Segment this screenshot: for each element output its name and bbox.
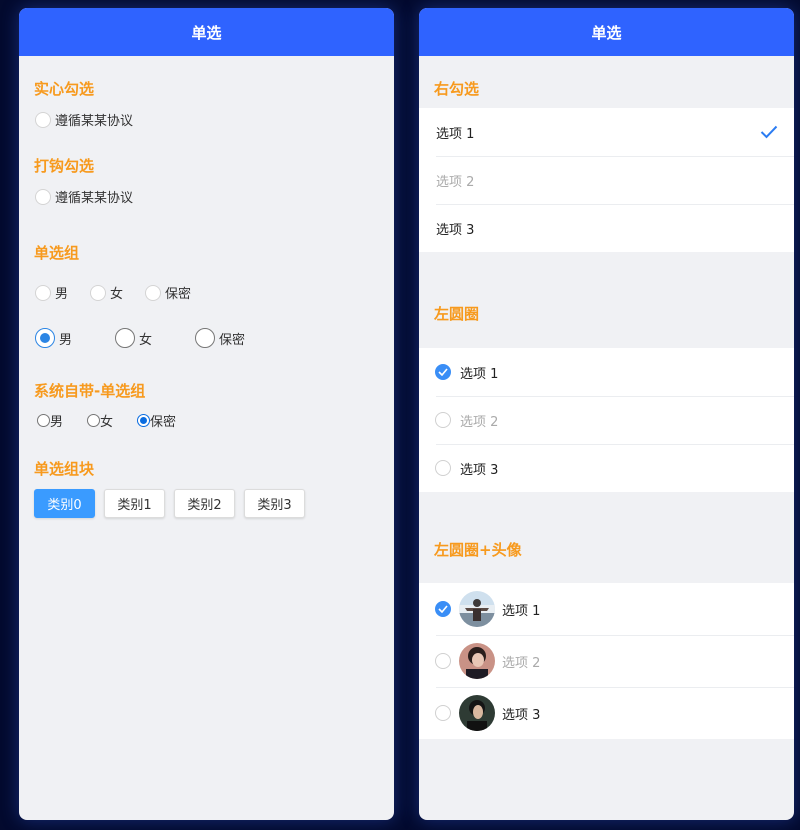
section-title-solid-check: 实心勾选 bbox=[34, 80, 95, 98]
list-item[interactable]: 选项 3 bbox=[419, 687, 794, 739]
agreement-radio-tick[interactable]: 遵循某某协议 bbox=[35, 187, 133, 206]
list-item[interactable]: 选项 3 bbox=[419, 204, 794, 252]
navbar: 单选 bbox=[19, 8, 394, 56]
block-option[interactable]: 类别1 bbox=[104, 489, 165, 518]
block-option[interactable]: 类别3 bbox=[244, 489, 305, 518]
radio-circle[interactable] bbox=[35, 111, 51, 128]
left-circle-avatar-list: 选项 1 选项 2 选项 3 bbox=[419, 583, 794, 739]
list-item-disabled: 选项 2 bbox=[419, 396, 794, 444]
list-item[interactable]: 选项 3 bbox=[419, 444, 794, 492]
radio-circle bbox=[435, 412, 451, 428]
list-item-selected[interactable]: 选项 1 bbox=[419, 348, 794, 396]
list-item-selected[interactable]: 选项 1 bbox=[419, 583, 794, 635]
radio-circle[interactable] bbox=[115, 328, 135, 348]
navbar-title: 单选 bbox=[591, 23, 622, 42]
large-radio-option[interactable]: 男 bbox=[35, 328, 72, 348]
avatar bbox=[459, 643, 495, 679]
system-radio-option[interactable]: 保密 bbox=[137, 411, 176, 430]
option-label: 选项 2 bbox=[502, 655, 541, 671]
small-radio-option[interactable]: 男 bbox=[35, 283, 68, 302]
small-radio-option[interactable]: 保密 bbox=[145, 283, 191, 302]
option-label: 保密 bbox=[219, 332, 246, 348]
section-title-right-check: 右勾选 bbox=[434, 80, 480, 98]
radio-circle[interactable] bbox=[37, 414, 50, 427]
option-label: 选项 1 bbox=[436, 126, 475, 142]
option-label: 女 bbox=[139, 332, 153, 348]
radio-circle[interactable] bbox=[35, 188, 51, 205]
right-check-list: 选项 1 选项 2 选项 3 bbox=[419, 108, 794, 252]
radio-circle[interactable] bbox=[435, 460, 451, 476]
small-radio-option[interactable]: 女 bbox=[90, 283, 123, 302]
left-phone-panel: 单选 实心勾选 遵循某某协议 打钩勾选 遵循某某协议 单选组 男 女 保密 男 … bbox=[19, 8, 394, 820]
avatar bbox=[459, 695, 495, 731]
list-item-disabled: 选项 2 bbox=[419, 156, 794, 204]
option-label: 男 bbox=[55, 287, 69, 302]
option-label: 选项 1 bbox=[502, 603, 541, 619]
radio-circle-selected[interactable] bbox=[137, 414, 150, 427]
option-label: 保密 bbox=[150, 415, 177, 430]
radio-circle[interactable] bbox=[195, 328, 215, 348]
check-circle-icon[interactable] bbox=[435, 364, 451, 380]
section-title-block-group: 单选组块 bbox=[34, 460, 95, 478]
navbar: 单选 bbox=[419, 8, 794, 56]
option-label: 保密 bbox=[165, 287, 192, 302]
radio-circle-selected[interactable] bbox=[35, 328, 55, 348]
option-label: 选项 1 bbox=[460, 366, 499, 382]
section-title-system-group: 系统自带-单选组 bbox=[34, 382, 146, 400]
block-option-selected[interactable]: 类别0 bbox=[34, 489, 95, 518]
right-phone-panel: 单选 右勾选 选项 1 选项 2 选项 3 左圆圈 选项 1 选项 2 选项 3… bbox=[419, 8, 794, 820]
section-title-left-circle-avatar: 左圆圈+头像 bbox=[434, 541, 522, 559]
option-label: 选项 2 bbox=[460, 414, 499, 430]
large-radio-option[interactable]: 女 bbox=[115, 328, 152, 348]
agreement-label: 遵循某某协议 bbox=[55, 114, 134, 129]
system-radio-option[interactable]: 女 bbox=[87, 411, 113, 430]
check-circle-icon[interactable] bbox=[435, 601, 451, 617]
section-title-tick-check: 打钩勾选 bbox=[34, 157, 95, 175]
check-icon bbox=[760, 125, 778, 139]
option-label: 选项 3 bbox=[460, 462, 499, 478]
section-title-radio-group: 单选组 bbox=[34, 244, 80, 262]
radio-circle[interactable] bbox=[435, 705, 451, 721]
avatar bbox=[459, 591, 495, 627]
radio-circle[interactable] bbox=[87, 414, 100, 427]
list-item-disabled: 选项 2 bbox=[419, 635, 794, 687]
option-label: 选项 2 bbox=[436, 174, 475, 190]
radio-circle[interactable] bbox=[90, 284, 106, 301]
navbar-title: 单选 bbox=[191, 23, 222, 42]
option-label: 女 bbox=[100, 415, 114, 430]
option-label: 男 bbox=[59, 332, 73, 348]
section-title-left-circle: 左圆圈 bbox=[434, 305, 480, 323]
radio-circle bbox=[435, 653, 451, 669]
block-option[interactable]: 类别2 bbox=[174, 489, 235, 518]
option-label: 选项 3 bbox=[502, 707, 541, 723]
option-label: 选项 3 bbox=[436, 222, 475, 238]
list-item-selected[interactable]: 选项 1 bbox=[419, 108, 794, 156]
radio-circle[interactable] bbox=[35, 284, 51, 301]
left-circle-list: 选项 1 选项 2 选项 3 bbox=[419, 348, 794, 492]
radio-circle[interactable] bbox=[145, 284, 161, 301]
large-radio-option[interactable]: 保密 bbox=[195, 328, 245, 348]
option-label: 男 bbox=[50, 415, 64, 430]
system-radio-option[interactable]: 男 bbox=[37, 411, 63, 430]
agreement-label: 遵循某某协议 bbox=[55, 191, 134, 206]
option-label: 女 bbox=[110, 287, 124, 302]
agreement-radio-solid[interactable]: 遵循某某协议 bbox=[35, 110, 133, 129]
